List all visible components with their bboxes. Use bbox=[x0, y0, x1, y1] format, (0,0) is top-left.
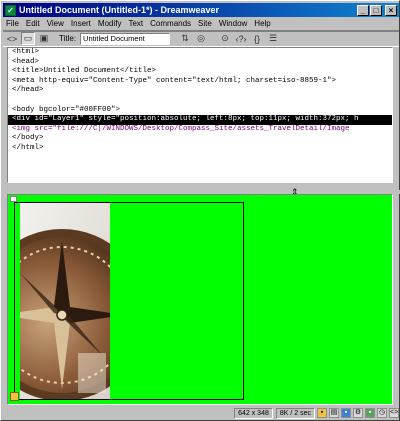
code-line: <img src="file:///C|/WINDOWS/Desktop/Com… bbox=[12, 124, 350, 133]
design-view-icon[interactable]: ▣ bbox=[37, 32, 51, 45]
preview-browser-icon[interactable]: ◎ bbox=[194, 32, 208, 45]
document-toolbar: <> ▭ ▣ Title: Untitled Document ⇅ ◎ ⊙ ‹?… bbox=[3, 30, 399, 47]
menu-file[interactable]: File bbox=[3, 19, 23, 28]
close-button[interactable]: × bbox=[385, 4, 397, 16]
menu-insert[interactable]: Insert bbox=[68, 19, 95, 28]
maximize-button[interactable]: □ bbox=[370, 4, 382, 16]
code-view-icon[interactable]: <> bbox=[5, 32, 19, 45]
menu-edit[interactable]: Edit bbox=[23, 19, 44, 28]
design-view[interactable] bbox=[7, 194, 393, 405]
behaviors-icon[interactable]: ▪ bbox=[365, 408, 375, 418]
assets-icon[interactable]: ▤ bbox=[329, 408, 339, 418]
dreamweaver-icon: ✓ bbox=[5, 4, 16, 16]
view-options-icon[interactable]: ☰ bbox=[266, 32, 280, 45]
refresh-icon[interactable]: ⊙ bbox=[218, 32, 232, 45]
menu-modify[interactable]: Modify bbox=[95, 19, 126, 28]
title-bar: ✓ Untitled Document (Untitled-1*) - Drea… bbox=[3, 3, 399, 17]
image-anchor-icon[interactable] bbox=[10, 392, 19, 401]
code-inspector-icon[interactable]: <> bbox=[389, 408, 399, 418]
minimize-button[interactable]: _ bbox=[357, 4, 369, 16]
code-line-selected: <div id="Layer1" style="position:absolut… bbox=[8, 115, 392, 125]
code-view[interactable]: <html> <head> <title>Untitled Document</… bbox=[7, 47, 393, 183]
code-line: </html> bbox=[12, 143, 44, 152]
code-line: </head> bbox=[12, 86, 44, 95]
dreamweaver-window: ✓ Untitled Document (Untitled-1*) - Drea… bbox=[0, 0, 400, 421]
code-line: <body bgcolor="#00FF00"> bbox=[12, 105, 121, 114]
css-styles-icon[interactable]: ⚙ bbox=[353, 408, 363, 418]
code-line: <html> bbox=[12, 48, 40, 56]
site-icon[interactable]: ▪ bbox=[317, 408, 327, 418]
menu-help[interactable]: Help bbox=[251, 19, 274, 28]
window-title: Untitled Document (Untitled-1*) - Dreamw… bbox=[19, 5, 220, 15]
code-line: <meta http-equiv="Content-Type" content=… bbox=[12, 76, 337, 85]
menu-site[interactable]: Site bbox=[195, 19, 216, 28]
window-size-readout[interactable]: 642 x 348 bbox=[234, 407, 273, 419]
menu-bar: File Edit View Insert Modify Text Comman… bbox=[3, 17, 399, 30]
code-line: <head> bbox=[12, 57, 40, 66]
menu-commands[interactable]: Commands bbox=[147, 19, 195, 28]
reference-icon[interactable]: ‹?› bbox=[234, 32, 248, 45]
title-input[interactable]: Untitled Document bbox=[80, 32, 171, 45]
status-bar: 642 x 348 8K / 2 sec ▪ ▤ ▪ ⚙ ▪ ◷ <> bbox=[3, 406, 399, 420]
code-line: <title>Untitled Document</title> bbox=[12, 67, 157, 76]
html-styles-icon[interactable]: ▪ bbox=[341, 408, 351, 418]
title-label: Title: bbox=[59, 34, 77, 43]
compass-image-graphic bbox=[20, 203, 110, 399]
file-management-icon[interactable]: ⇅ bbox=[178, 32, 192, 45]
code-horizontal-scrollbar[interactable] bbox=[7, 183, 393, 190]
menu-view[interactable]: View bbox=[44, 19, 68, 28]
code-line: </body> bbox=[12, 134, 44, 143]
compass-image[interactable] bbox=[20, 203, 110, 399]
history-icon[interactable]: ◷ bbox=[377, 408, 387, 418]
code-navigation-icon[interactable]: {} bbox=[250, 32, 264, 45]
split-view-icon[interactable]: ▭ bbox=[21, 32, 35, 45]
menu-text[interactable]: Text bbox=[125, 19, 147, 28]
download-time-readout: 8K / 2 sec bbox=[275, 407, 315, 419]
menu-window[interactable]: Window bbox=[216, 19, 251, 28]
